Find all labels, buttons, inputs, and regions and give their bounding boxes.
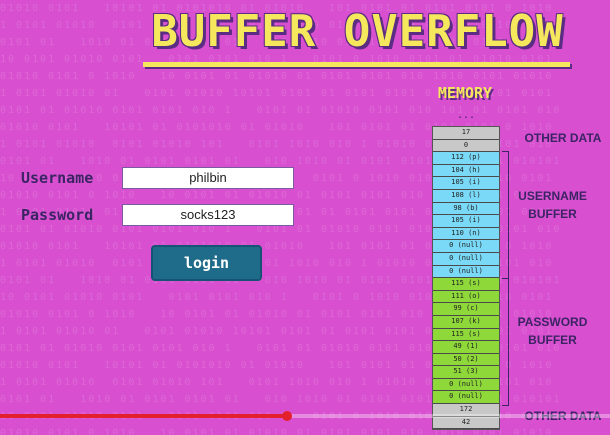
- username-buffer-label-line1: USERNAME: [518, 189, 587, 203]
- memory-cell: 105 (i): [433, 177, 499, 190]
- memory-cell: 49 (1): [433, 341, 499, 354]
- password-buffer-label-line2: BUFFER: [528, 333, 577, 347]
- memory-cell: 0 (null): [433, 378, 499, 392]
- memory-cell: 111 (o): [433, 290, 499, 304]
- memory-cell: 50 (2): [433, 353, 499, 367]
- memory-cell: 107 (k): [433, 315, 499, 329]
- username-buffer-label-line2: BUFFER: [528, 207, 577, 221]
- memory-cell: 17: [433, 127, 499, 140]
- memory-cell: 105 (i): [433, 215, 499, 228]
- memory-cell: 115 (s): [433, 278, 499, 291]
- login-button[interactable]: login: [151, 245, 262, 281]
- memory-title: MEMORY: [437, 84, 493, 102]
- username-label: Username: [21, 169, 94, 187]
- username-bracket: [502, 151, 509, 279]
- memory-cell: 99 (c): [433, 303, 499, 316]
- password-bracket: [502, 278, 509, 406]
- memory-cell: 42: [433, 416, 499, 430]
- video-scrubber-handle[interactable]: [281, 411, 292, 421]
- username-field[interactable]: philbin: [122, 167, 294, 189]
- memory-column: 17 0 112 (p) 104 (h) 105 (i) 108 (l) 98 (b) 105…: [432, 126, 500, 431]
- memory-cell: 115 (s): [433, 328, 499, 342]
- memory-cell: 0 (null): [433, 252, 499, 266]
- video-progress-bar[interactable]: [0, 411, 610, 421]
- title-underline: [143, 62, 570, 67]
- password-label: Password: [21, 206, 94, 224]
- memory-cell: 104 (h): [433, 164, 499, 178]
- memory-cell: 108 (l): [433, 189, 499, 203]
- memory-cell: 0 (null): [433, 240, 499, 253]
- password-field[interactable]: socks123: [122, 204, 294, 226]
- video-progress-fill: [0, 414, 287, 418]
- memory-cell: 112 (p): [433, 152, 499, 165]
- page-title: BUFFER OVERFLOW: [151, 6, 564, 57]
- memory-cell: 0: [433, 139, 499, 153]
- memory-cell: 51 (3): [433, 366, 499, 379]
- other-data-top-label: OTHER DATA: [524, 131, 602, 145]
- memory-cell: 0 (null): [433, 391, 499, 405]
- memory-cell: 0 (null): [433, 265, 499, 279]
- memory-cell: 110 (n): [433, 227, 499, 241]
- memory-cell: 98 (b): [433, 202, 499, 216]
- password-buffer-label-line1: PASSWORD: [517, 315, 588, 329]
- memory-ellipsis: ...: [456, 110, 476, 121]
